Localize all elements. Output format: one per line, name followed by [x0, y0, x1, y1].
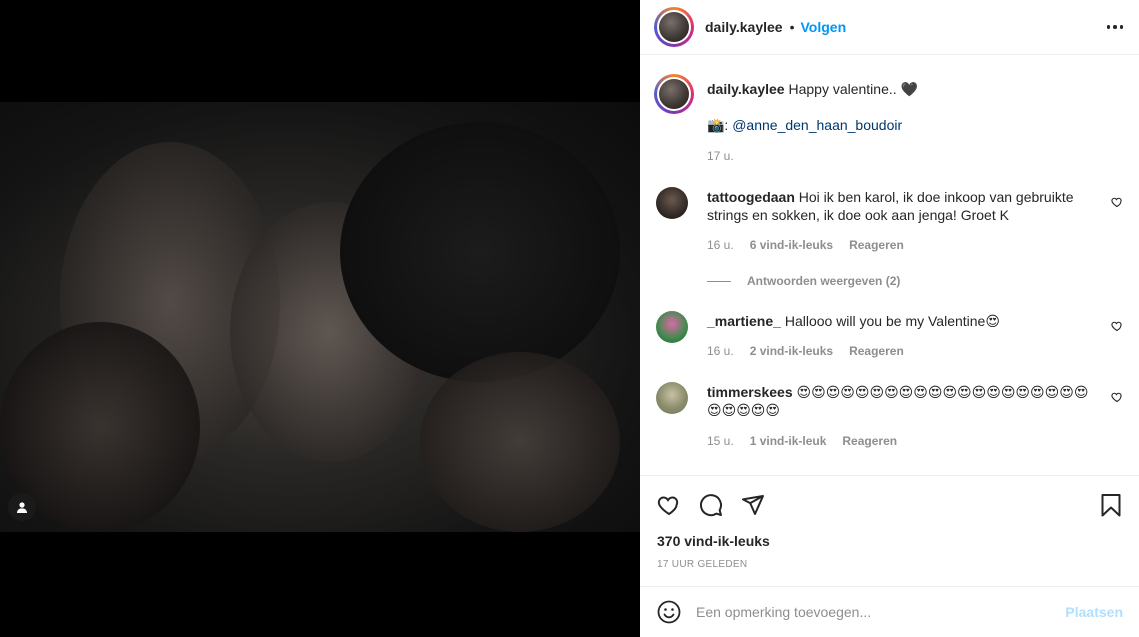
- replies-divider-line: [707, 280, 731, 282]
- post-photo[interactable]: [0, 102, 640, 532]
- comment-likes-count[interactable]: 2 vind-ik-leuks: [750, 344, 833, 358]
- paper-plane-icon: [742, 495, 764, 515]
- comment-avatar[interactable]: [656, 382, 688, 414]
- comment-like-icon[interactable]: [1111, 196, 1123, 208]
- user-tag-icon: [17, 502, 27, 513]
- comment-timestamp[interactable]: 16 u.: [707, 344, 734, 358]
- caption-message: Happy valentine.. 🖤: [788, 81, 918, 97]
- comment-reply-button[interactable]: Reageren: [842, 434, 897, 448]
- more-options-button[interactable]: [1106, 19, 1123, 35]
- smiley-icon: [657, 600, 681, 624]
- comment-likes-count[interactable]: 6 vind-ik-leuks: [750, 238, 833, 252]
- author-username[interactable]: daily.kaylee: [705, 19, 783, 35]
- comment-username[interactable]: _martiene_: [707, 313, 781, 329]
- comment-likes-count[interactable]: 1 vind-ik-leuk: [750, 434, 827, 448]
- separator-dot: •: [789, 19, 795, 35]
- bookmark-icon: [1101, 494, 1121, 517]
- heart-icon: [657, 496, 679, 516]
- like-button[interactable]: [656, 492, 682, 518]
- post-media-area: [0, 0, 640, 637]
- post-actions: 370 vind-ik-leuks 17 UUR GELEDEN: [640, 475, 1139, 586]
- caption-credit: 📸: @anne_den_haan_boudoir: [707, 116, 1097, 134]
- comment-bubble-icon: [700, 494, 722, 517]
- caption-text: daily.kaylee Happy valentine.. 🖤: [707, 80, 1097, 98]
- comment-reply-button[interactable]: Reageren: [849, 238, 904, 252]
- view-replies-label: Antwoorden weergeven (2): [747, 274, 901, 288]
- author-avatar[interactable]: [654, 7, 694, 47]
- comment-username[interactable]: timmerskees: [707, 384, 793, 400]
- likes-count[interactable]: 370 vind-ik-leuks: [657, 533, 770, 549]
- comment-input[interactable]: [696, 604, 1066, 620]
- post-comment-button[interactable]: Plaatsen: [1065, 604, 1123, 620]
- save-button[interactable]: [1098, 492, 1124, 518]
- caption-mention-link[interactable]: @anne_den_haan_boudoir: [732, 117, 902, 133]
- comment-item: tattoogedaan Hoi ik ben karol, ik doe in…: [656, 187, 1123, 252]
- comment-meta: 16 u. 2 vind-ik-leuks Reageren: [707, 344, 904, 358]
- more-options-icon: [1106, 25, 1110, 29]
- caption-credit-prefix: 📸:: [707, 117, 733, 133]
- comment-text: tattoogedaan Hoi ik ben karol, ik doe in…: [707, 188, 1097, 224]
- comment-text: timmerskees 😍😍😍😍😍😍😍😍😍😍😍😍😍😍😍😍😍😍😍😍😍😍😍😍😍: [707, 383, 1097, 419]
- comment-button[interactable]: [698, 492, 724, 518]
- post-side-panel: daily.kaylee • Volgen daily.kaylee Happy…: [640, 0, 1139, 637]
- follow-button[interactable]: Volgen: [800, 19, 846, 35]
- comment-like-icon[interactable]: [1111, 391, 1123, 403]
- caption-timestamp[interactable]: 17 u.: [707, 149, 734, 163]
- comment-meta: 16 u. 6 vind-ik-leuks Reageren: [707, 238, 904, 252]
- comments-list[interactable]: daily.kaylee Happy valentine.. 🖤 📸: @ann…: [640, 55, 1139, 475]
- comment-timestamp[interactable]: 15 u.: [707, 434, 734, 448]
- emoji-button[interactable]: [656, 599, 682, 625]
- comment-reply-button[interactable]: Reageren: [849, 344, 904, 358]
- comment-username[interactable]: tattoogedaan: [707, 189, 795, 205]
- user-tag-button[interactable]: [8, 493, 36, 521]
- caption-meta: 17 u.: [707, 149, 734, 163]
- add-comment-bar: Plaatsen: [640, 586, 1139, 637]
- share-button[interactable]: [740, 492, 766, 518]
- comment-message: Hallooo will you be my Valentine😍: [784, 313, 1000, 329]
- comment-avatar[interactable]: [656, 187, 688, 219]
- post-time-ago[interactable]: 17 UUR GELEDEN: [657, 559, 747, 570]
- view-replies-button[interactable]: Antwoorden weergeven (2): [707, 274, 900, 288]
- comment-timestamp[interactable]: 16 u.: [707, 238, 734, 252]
- caption-author-avatar[interactable]: [654, 74, 694, 114]
- post-header: daily.kaylee • Volgen: [640, 0, 1139, 55]
- comment-meta: 15 u. 1 vind-ik-leuk Reageren: [707, 434, 897, 448]
- comment-text: _martiene_ Hallooo will you be my Valent…: [707, 312, 1097, 330]
- caption-username[interactable]: daily.kaylee: [707, 81, 785, 97]
- comment-avatar[interactable]: [656, 311, 688, 343]
- comment-like-icon[interactable]: [1111, 320, 1123, 332]
